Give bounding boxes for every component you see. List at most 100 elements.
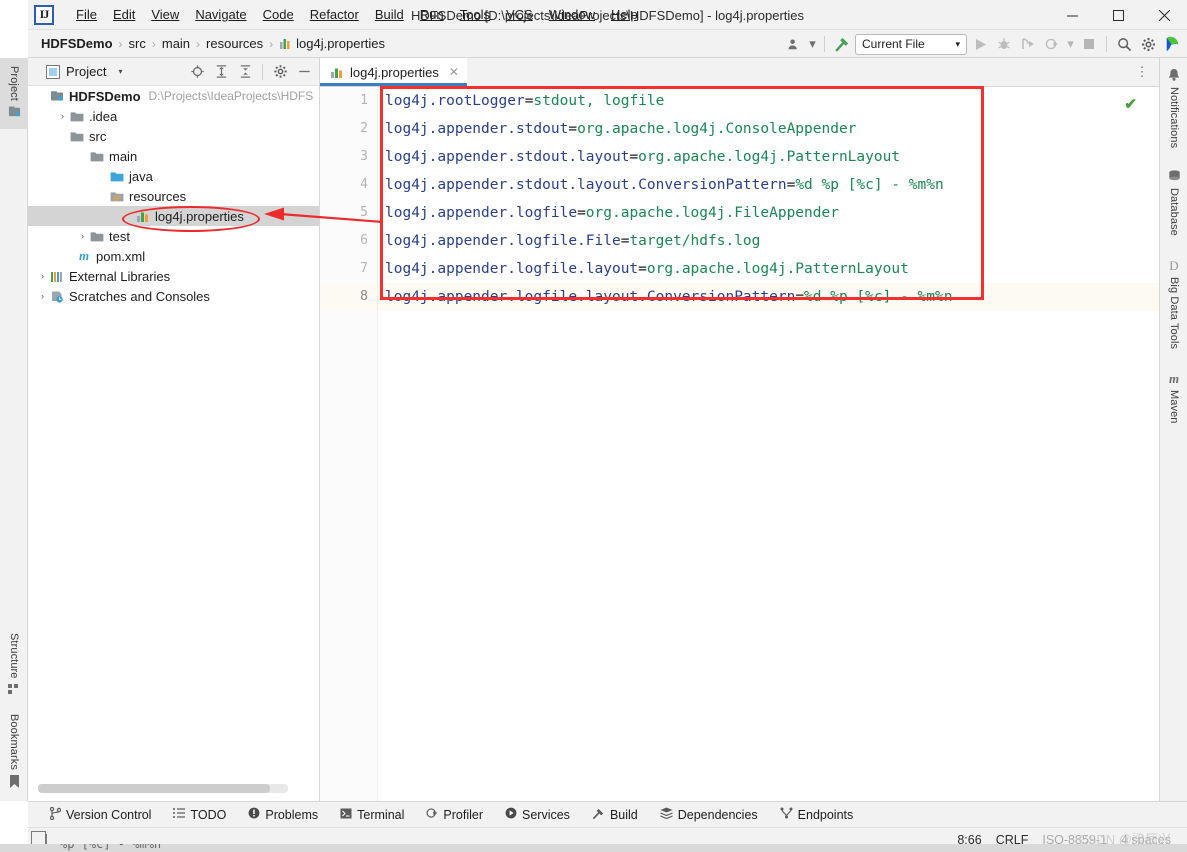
sidebar-item-maven[interactable]: m Maven xyxy=(1160,357,1187,432)
code-editor[interactable]: 1 2 3 4 5 6 7 8 log4j.rootLogger=stdout,… xyxy=(320,87,1159,801)
twisty-expanded-icon[interactable]: ⱟ xyxy=(56,131,69,141)
breadcrumb-item-main[interactable]: main xyxy=(159,34,193,53)
bottom-item-terminal[interactable]: Terminal xyxy=(330,805,414,825)
stop-button[interactable] xyxy=(1078,33,1100,55)
user-avatar-icon[interactable] xyxy=(1161,33,1183,55)
bottom-item-endpoints[interactable]: Endpoints xyxy=(770,804,864,825)
search-everywhere-icon[interactable] xyxy=(1113,33,1135,55)
project-tool-window: Project ▾ ⱟ HDFSDemo D:\Projects\IdeaPro… xyxy=(28,58,320,801)
run-with-coverage-button[interactable] xyxy=(1017,33,1039,55)
maximize-icon xyxy=(1113,10,1124,21)
property-value: org.apache.log4j.PatternLayout xyxy=(638,149,900,165)
twisty-collapsed-icon[interactable]: › xyxy=(36,291,49,301)
settings-sync-caret-icon[interactable]: ▾ xyxy=(807,33,818,55)
menu-vcs[interactable]: VCS xyxy=(498,3,541,26)
menu-help[interactable]: Help xyxy=(603,3,646,26)
settings-gear-icon[interactable] xyxy=(1137,33,1159,55)
bell-icon xyxy=(1168,68,1180,84)
code-line-2[interactable]: log4j.appender.stdout=org.apache.log4j.C… xyxy=(378,115,1159,143)
run-button[interactable] xyxy=(969,33,991,55)
breadcrumb-item-resources[interactable]: resources xyxy=(203,34,266,53)
code-line-6[interactable]: log4j.appender.logfile.File=target/hdfs.… xyxy=(378,227,1159,255)
tree-node-pom-xml[interactable]: m pom.xml xyxy=(28,246,319,266)
chevron-down-icon[interactable]: ▾ xyxy=(118,67,122,76)
bottom-item-services[interactable]: Services xyxy=(495,804,580,825)
options-gear-icon[interactable] xyxy=(269,61,291,83)
hide-panel-icon[interactable] xyxy=(293,61,315,83)
code-line-8[interactable]: log4j.appender.logfile.layout.Conversion… xyxy=(378,283,1159,311)
settings-sync-icon[interactable] xyxy=(783,33,805,55)
bottom-item-version-control[interactable]: Version Control xyxy=(40,804,161,826)
close-button[interactable] xyxy=(1141,0,1187,30)
tree-node-log4j-properties[interactable]: log4j.properties xyxy=(28,206,319,226)
code-line-1[interactable]: log4j.rootLogger=stdout, logfile xyxy=(378,87,1159,115)
debug-button[interactable] xyxy=(993,33,1015,55)
editor-tab-log4j-properties[interactable]: log4j.properties ✕ xyxy=(320,58,467,86)
bottom-item-build[interactable]: Build xyxy=(582,804,648,826)
profile-button[interactable] xyxy=(1041,33,1063,55)
menu-build[interactable]: Build xyxy=(367,3,412,26)
build-hammer-icon[interactable] xyxy=(831,33,853,55)
project-tree[interactable]: ⱟ HDFSDemo D:\Projects\IdeaProjects\HDFS… xyxy=(28,86,319,801)
tree-node-hdfsdemo[interactable]: ⱟ HDFSDemo D:\Projects\IdeaProjects\HDFS xyxy=(28,86,319,106)
breadcrumb-item-src[interactable]: src xyxy=(126,34,149,53)
properties-file-icon xyxy=(279,37,292,50)
run-configuration-selector[interactable]: Current File ▾ xyxy=(855,34,967,55)
tree-node-main[interactable]: ⱟ main xyxy=(28,146,319,166)
tree-node-label: External Libraries xyxy=(69,269,170,284)
code-line-5[interactable]: log4j.appender.logfile=org.apache.log4j.… xyxy=(378,199,1159,227)
inspection-status-icon[interactable]: ✔ xyxy=(1124,95,1137,113)
more-options-icon[interactable]: ⋮ xyxy=(1131,61,1153,83)
property-key: log4j.appender.stdout.layout xyxy=(385,149,629,165)
maximize-button[interactable] xyxy=(1095,0,1141,30)
menu-file[interactable]: File xyxy=(68,3,105,26)
breadcrumb-separator: › xyxy=(149,37,159,51)
project-tree-horizontal-scrollbar[interactable] xyxy=(38,784,288,793)
minimize-button[interactable] xyxy=(1049,0,1095,30)
twisty-collapsed-icon[interactable]: › xyxy=(56,111,69,121)
profile-caret-icon[interactable]: ▾ xyxy=(1065,33,1076,55)
bottom-item-profiler[interactable]: Profiler xyxy=(416,804,493,825)
menu-code[interactable]: Code xyxy=(255,3,302,26)
twisty-collapsed-icon[interactable]: › xyxy=(76,231,89,241)
close-icon[interactable]: ✕ xyxy=(449,65,459,79)
menu-navigate[interactable]: Navigate xyxy=(187,3,254,26)
code-line-4[interactable]: log4j.appender.stdout.layout.ConversionP… xyxy=(378,171,1159,199)
menu-refactor[interactable]: Refactor xyxy=(302,3,367,26)
sidebar-item-database[interactable]: Database xyxy=(1160,156,1187,244)
tree-node-external-libraries[interactable]: › External Libraries xyxy=(28,266,319,286)
breadcrumb-item-project[interactable]: HDFSDemo xyxy=(38,34,116,53)
tree-node-idea[interactable]: › .idea xyxy=(28,106,319,126)
tree-node-resources[interactable]: ⱟ resources xyxy=(28,186,319,206)
twisty-expanded-icon[interactable]: ⱟ xyxy=(96,191,109,201)
project-panel-title-box[interactable]: Project ▾ xyxy=(32,64,122,79)
sidebar-item-structure[interactable]: Structure xyxy=(0,627,28,709)
tree-node-java[interactable]: java xyxy=(28,166,319,186)
menu-run[interactable]: Run xyxy=(412,3,452,26)
tree-node-src[interactable]: ⱟ src xyxy=(28,126,319,146)
bottom-item-problems[interactable]: Problems xyxy=(238,804,328,825)
tree-node-scratches-and-consoles[interactable]: › Scratches and Consoles xyxy=(28,286,319,306)
menu-window[interactable]: Window xyxy=(541,3,603,26)
sidebar-item-bookmarks[interactable]: Bookmarks xyxy=(0,708,28,797)
twisty-expanded-icon[interactable]: ⱟ xyxy=(36,91,49,101)
sidebar-item-project[interactable]: Project xyxy=(0,58,28,129)
property-value: stdout, logfile xyxy=(533,93,664,109)
code-line-3[interactable]: log4j.appender.stdout.layout=org.apache.… xyxy=(378,143,1159,171)
code-text[interactable]: log4j.rootLogger=stdout, logfile log4j.a… xyxy=(378,87,1159,801)
code-line-7[interactable]: log4j.appender.logfile.layout=org.apache… xyxy=(378,255,1159,283)
bottom-item-dependencies[interactable]: Dependencies xyxy=(650,804,768,825)
bottom-item-todo[interactable]: TODO xyxy=(163,804,236,825)
collapse-all-icon[interactable] xyxy=(234,61,256,83)
twisty-collapsed-icon[interactable]: › xyxy=(36,271,49,281)
locate-icon[interactable] xyxy=(186,61,208,83)
breadcrumb-item-file[interactable]: log4j.properties xyxy=(276,34,388,53)
menu-edit[interactable]: Edit xyxy=(105,3,143,26)
sidebar-item-big-data-tools[interactable]: D Big Data Tools xyxy=(1160,244,1187,357)
sidebar-item-notifications[interactable]: Notifications xyxy=(1160,58,1187,156)
expand-all-icon[interactable] xyxy=(210,61,232,83)
twisty-expanded-icon[interactable]: ⱟ xyxy=(76,151,89,161)
tree-node-test[interactable]: › test xyxy=(28,226,319,246)
menu-tools[interactable]: Tools xyxy=(452,3,498,26)
menu-view[interactable]: View xyxy=(143,3,187,26)
